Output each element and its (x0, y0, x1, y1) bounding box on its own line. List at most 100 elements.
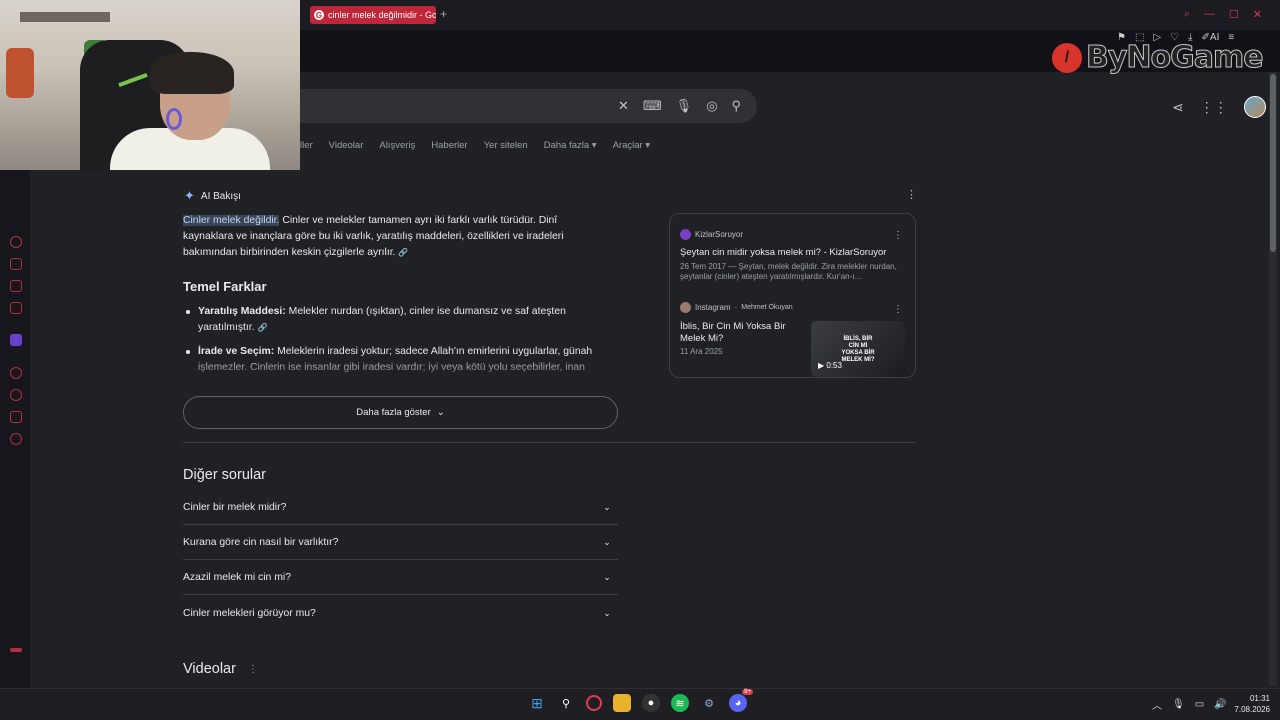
source-snippet: 26 Tem 2017 — Şeytan, melek değildir. Zi… (680, 262, 897, 281)
videos-heading: Videolar ⋮ (183, 661, 258, 677)
opera-gx-icon[interactable] (586, 695, 602, 711)
system-tray: ︿ 🎙 ▭ 🔊 (1152, 697, 1227, 712)
source-author: Mehmet Okuyan (741, 304, 793, 311)
chevron-down-icon[interactable]: ⌄ (596, 603, 618, 625)
file-explorer-icon[interactable] (613, 694, 631, 712)
tab-videos[interactable]: Videolar (329, 140, 364, 151)
question-text: Cinler melekleri görüyor mu? (183, 608, 316, 619)
highlighted-answer: Cinler melek değildir. (183, 215, 280, 226)
tab-local[interactable]: Yer sitelen (484, 140, 528, 151)
more-options-icon[interactable]: ⋮ (893, 304, 903, 315)
source-site: KizlarSoruyor (680, 229, 906, 240)
ai-overview-paragraph: Cinler melek değildir. Cinler ve melekle… (183, 213, 593, 261)
minimize-icon[interactable]: — (1204, 8, 1215, 21)
question-row[interactable]: Azazil melek mi cin mi? ⌄ (183, 560, 618, 595)
sparkle-icon: ✦ (184, 188, 195, 203)
share-icon[interactable]: ⋖ (1172, 99, 1184, 116)
speaker-icon[interactable]: 🔊 (1214, 699, 1226, 710)
obs-icon[interactable]: ● (642, 694, 660, 712)
tab-news[interactable]: Haberler (431, 140, 467, 151)
source-title[interactable]: Şeytan cin midir yoksa melek mi? - Kizla… (680, 247, 906, 259)
scrollbar-thumb[interactable] (1270, 74, 1276, 252)
videos-heading-text: Videolar (183, 661, 236, 677)
apps-grid-icon[interactable]: ⋮⋮ (1200, 99, 1228, 116)
question-row[interactable]: Cinler bir melek midir? ⌄ (183, 490, 618, 525)
webcam-overlay (0, 0, 300, 170)
source-site-name: KizlarSoruyor (695, 230, 744, 239)
tab-all[interactable]: ller (300, 140, 313, 151)
tab-more[interactable]: Daha fazla ▾ (544, 140, 597, 151)
settings-gear-icon[interactable]: ⚙ (700, 694, 718, 712)
instagram-avatar-icon (680, 302, 691, 313)
search-icon[interactable]: ⚲ (732, 98, 742, 114)
search-tabs-icon[interactable]: ⌕ (1184, 8, 1190, 21)
headset-icon (166, 108, 182, 130)
clock-date: 7.08.2026 (1234, 705, 1270, 714)
list-item: Yaratılış Maddesi: Melekler nurdan (ışık… (185, 304, 605, 336)
more-options-icon[interactable]: ⋮ (248, 664, 258, 675)
browser-tab-active[interactable]: G cinler melek değilmidir - Go (310, 6, 436, 24)
google-favicon-icon: G (314, 10, 324, 20)
windows-start-icon[interactable]: ⊞ (528, 694, 546, 712)
account-header: ⋖ ⋮⋮ (1172, 96, 1266, 118)
sidebar-history-icon[interactable] (10, 389, 22, 401)
sidebar-bag-icon[interactable] (10, 258, 22, 270)
keyboard-icon[interactable]: ⌨ (643, 98, 662, 114)
question-row[interactable]: Kurana göre cin nasıl bir varlıktır? ⌄ (183, 525, 618, 560)
show-more-button[interactable]: Daha fazla göster ⌄ (183, 396, 618, 429)
source-card[interactable]: KizlarSoruyor Şeytan cin midir yoksa mel… (680, 229, 906, 282)
duration-text: 0:53 (826, 361, 842, 370)
source-title[interactable]: İblis, Bir Cin Mi Yoksa Bir Melek Mi? (680, 321, 810, 345)
search-actions: ✕ ⌨ 🎙 ◎ ⚲ (618, 98, 741, 114)
avatar[interactable] (1243, 96, 1266, 118)
sidebar-messenger-icon[interactable] (10, 302, 22, 314)
chevron-up-icon[interactable]: ︿ (1152, 697, 1162, 712)
microphone-icon[interactable]: 🎙 (1172, 699, 1185, 710)
question-row[interactable]: Cinler melekleri görüyor mu? ⌄ (183, 596, 618, 631)
source-site: Instagram · Mehmet Okuyan (680, 302, 810, 313)
source-card[interactable]: Instagram · Mehmet Okuyan İblis, Bir Cin… (680, 302, 810, 357)
content-fade (183, 355, 623, 395)
divider (183, 442, 916, 443)
tab-tools[interactable]: Araçlar ▾ (613, 140, 651, 151)
display-icon[interactable]: ▭ (1195, 699, 1204, 710)
watermark-logo-icon: / (1052, 42, 1082, 73)
bullet-title: Yaratılış Maddesi: (198, 306, 286, 317)
lens-icon[interactable]: ◎ (706, 98, 717, 114)
sidebar-twitch-icon[interactable] (10, 334, 22, 346)
chevron-down-icon[interactable]: ⌄ (596, 496, 618, 518)
sidebar-extensions-icon[interactable] (10, 411, 22, 423)
video-duration: ▶ 0:53 (818, 361, 842, 370)
microphone-icon[interactable]: 🎙 (676, 98, 693, 114)
show-more-label: Daha fazla göster (356, 407, 431, 418)
watermark: / ByNoGame (1052, 40, 1264, 76)
more-options-icon[interactable]: ⋮ (893, 230, 903, 241)
sidebar-gx-icon[interactable] (10, 648, 22, 652)
sidebar-chat-icon[interactable] (10, 280, 22, 292)
chevron-down-icon[interactable]: ⌄ (596, 566, 618, 588)
clear-icon[interactable]: ✕ (618, 98, 629, 114)
sidebar-settings-icon[interactable] (10, 433, 22, 445)
spotify-icon[interactable]: ≋ (671, 694, 689, 712)
notification-badge: 9+ (742, 689, 753, 695)
question-text: Cinler bir melek midir? (183, 501, 287, 513)
chevron-down-icon[interactable]: ⌄ (596, 531, 618, 553)
sidebar-player-icon[interactable] (10, 367, 22, 379)
sidebar-aria-icon[interactable] (10, 236, 22, 248)
link-icon[interactable]: 🔗 (257, 320, 267, 332)
section-heading: Temel Farklar (183, 279, 267, 294)
ai-overview-header: ✦ AI Bakışı (184, 188, 241, 204)
webcam-shelf (20, 12, 110, 22)
separator: · (734, 303, 738, 312)
link-icon[interactable]: 🔗 (398, 245, 408, 257)
tab-shopping[interactable]: Alışveriş (379, 140, 415, 151)
new-tab-button[interactable]: + (440, 7, 447, 21)
clock[interactable]: 01:31 7.08.2026 (1230, 693, 1270, 715)
discord-icon[interactable]: ◕ 9+ (729, 689, 753, 712)
tab-more-label: Daha fazla (543, 140, 590, 151)
search-icon[interactable]: ⚲ (557, 694, 575, 712)
maximize-icon[interactable]: ☐ (1229, 8, 1239, 21)
more-options-icon[interactable]: ⋮ (906, 188, 917, 201)
webcam-decor (6, 48, 34, 98)
close-icon[interactable]: ✕ (1253, 8, 1262, 21)
